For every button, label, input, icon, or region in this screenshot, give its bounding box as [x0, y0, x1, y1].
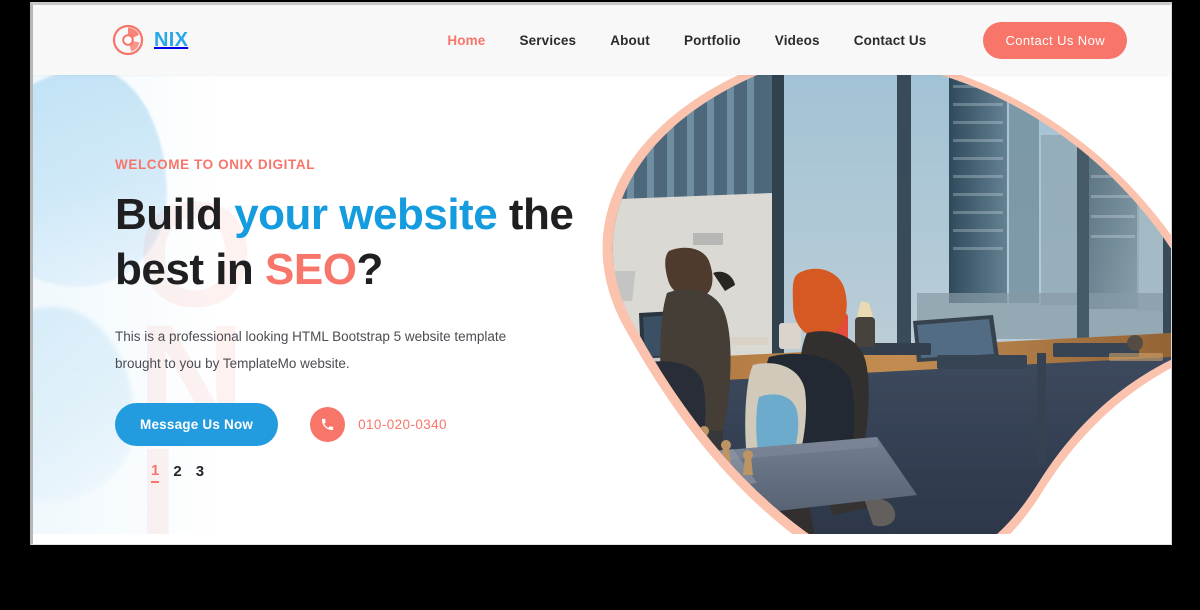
hero-slider-pagination: 1 2 3: [151, 463, 204, 483]
hero-bottom-strip: [33, 534, 1171, 544]
hero-copy: WELCOME TO ONIX DIGITAL Build your websi…: [33, 75, 593, 447]
hero-section: O N I X: [33, 75, 1171, 544]
hero-actions: Message Us Now 010-020-0340: [115, 403, 593, 447]
nav-item-portfolio[interactable]: Portfolio: [667, 33, 758, 48]
main-navigation: Home Services About Portfolio Videos Con…: [430, 33, 943, 48]
hero-pagination-page-1[interactable]: 1: [151, 463, 160, 483]
hero-title-highlight-coral: SEO: [265, 244, 357, 294]
phone-number: 010-020-0340: [358, 417, 447, 433]
message-us-now-button[interactable]: Message Us Now: [115, 403, 279, 447]
site-header: NIX Home Services About Portfolio Videos…: [33, 5, 1171, 75]
brand-logo[interactable]: NIX: [111, 23, 188, 57]
nav-item-videos[interactable]: Videos: [758, 33, 837, 48]
browser-window: NIX Home Services About Portfolio Videos…: [30, 2, 1172, 545]
hero-image-blob: [517, 75, 1171, 544]
hero-pagination-page-3[interactable]: 3: [196, 464, 204, 483]
onix-donut-logo-icon: [111, 23, 145, 57]
hero-title-part-1: Build: [115, 190, 235, 239]
webpage: NIX Home Services About Portfolio Videos…: [33, 5, 1171, 544]
hero-eyebrow: WELCOME TO ONIX DIGITAL: [115, 157, 316, 172]
nav-item-home[interactable]: Home: [430, 33, 502, 48]
hero-title-highlight-blue: your website: [234, 190, 498, 239]
brand-name: NIX: [154, 28, 189, 51]
phone-handset-icon: [310, 407, 346, 443]
hero-description: This is a professional looking HTML Boot…: [115, 329, 507, 372]
phone-contact[interactable]: 010-020-0340: [310, 407, 447, 443]
hero-pagination-page-2[interactable]: 2: [173, 464, 181, 483]
nav-item-services[interactable]: Services: [502, 33, 593, 48]
screenshot-canvas: NIX Home Services About Portfolio Videos…: [0, 0, 1200, 610]
nav-item-about[interactable]: About: [593, 33, 667, 48]
hero-title: Build your website the best in SEO?: [115, 188, 593, 297]
hero-office-photo: [517, 75, 1171, 544]
hero-title-part-5: ?: [356, 244, 383, 294]
nav-item-contact-us[interactable]: Contact Us: [837, 33, 944, 48]
contact-us-now-button[interactable]: Contact Us Now: [983, 21, 1127, 59]
